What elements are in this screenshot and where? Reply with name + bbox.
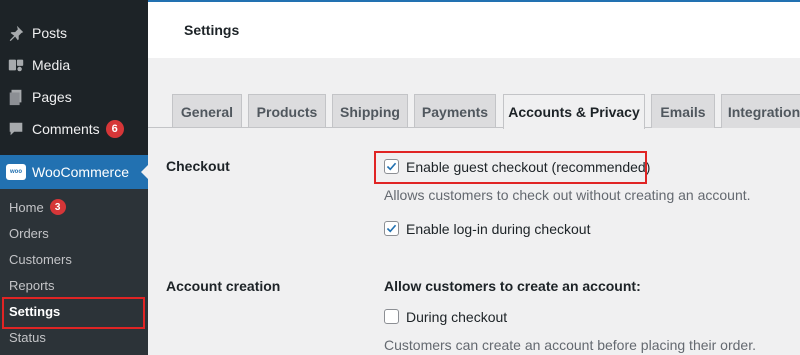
pages-icon [6,87,26,107]
sidebar-item-label: Media [32,57,71,73]
comment-icon [6,119,26,139]
tab-shipping[interactable]: Shipping [332,94,408,128]
page-title: Settings [184,22,240,38]
sidebar-item-label: Comments [32,121,100,137]
submenu-item-reports[interactable]: Reports [9,278,55,293]
sidebar-item-posts[interactable]: Posts [0,17,148,49]
sidebar-item-media[interactable]: Media [0,49,148,81]
during-checkout-label[interactable]: During checkout [406,309,507,325]
sidebar-item-woocommerce[interactable]: woo WooCommerce [0,155,148,189]
admin-sidebar: Posts Media Pages Comments 6 woo WooComm… [0,0,148,355]
tab-products[interactable]: Products [248,94,326,128]
sidebar-item-label: Pages [32,89,72,105]
sidebar-item-comments[interactable]: Comments 6 [0,113,148,145]
submenu-item-customers[interactable]: Customers [9,252,72,267]
submenu-item-orders[interactable]: Orders [9,226,49,241]
comments-count-badge: 6 [105,120,124,138]
during-checkout-checkbox[interactable] [384,309,399,324]
woocommerce-logo-icon: woo [6,164,26,180]
home-count-badge: 3 [49,199,66,215]
settings-highlight-box [2,297,145,329]
sidebar-item-pages[interactable]: Pages [0,81,148,113]
login-checkout-checkbox[interactable] [384,221,399,236]
current-menu-arrow-icon [141,165,148,179]
tab-accounts-privacy[interactable]: Accounts & Privacy [503,94,645,129]
tab-general[interactable]: General [172,94,242,128]
submenu-item-label: Home [9,199,44,215]
tab-payments[interactable]: Payments [414,94,496,128]
pin-icon [6,23,26,43]
allow-account-heading: Allow customers to create an account: [384,278,641,294]
guest-checkout-description: Allows customers to check out without cr… [384,187,751,203]
woocommerce-submenu: Home 3 Orders Customers Reports Settings… [0,189,148,355]
during-checkout-description: Customers can create an account before p… [384,337,756,353]
submenu-item-home[interactable]: Home 3 [9,199,66,215]
tab-emails[interactable]: Emails [651,94,715,128]
sidebar-item-label: WooCommerce [32,164,129,180]
guest-checkout-highlight-box [374,151,647,184]
header-accent-line [148,0,800,2]
page-header: Settings [148,0,800,58]
tab-integration[interactable]: Integration [721,94,800,128]
checkmark-icon [386,224,397,233]
media-icon [6,55,26,75]
sidebar-item-label: Posts [32,25,68,41]
submenu-item-status[interactable]: Status [9,330,46,345]
account-creation-label: Account creation [166,278,281,294]
checkout-label: Checkout [166,158,230,174]
login-checkout-label[interactable]: Enable log-in during checkout [406,221,590,237]
